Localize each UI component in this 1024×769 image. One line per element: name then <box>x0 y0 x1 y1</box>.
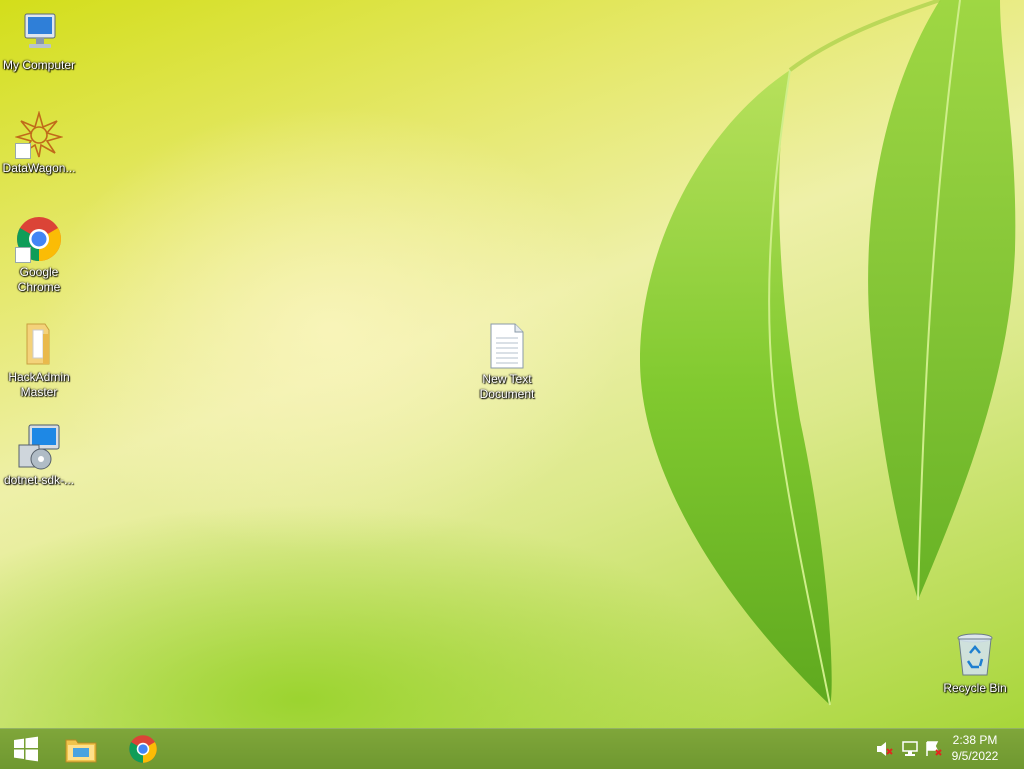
file-explorer-icon <box>65 739 97 763</box>
desktop[interactable]: My Computer DataWagon... Google Chrome H… <box>0 0 1024 728</box>
desktop-icon-my-computer[interactable]: My Computer <box>0 8 79 73</box>
desktop-icon-label: dotnet-sdk-... <box>3 473 75 487</box>
desktop-icon-new-text-document[interactable]: New Text Document <box>467 322 547 402</box>
recycle-bin-icon <box>951 631 999 679</box>
speaker-muted-icon[interactable] <box>876 741 894 757</box>
windows-logo-icon <box>14 736 38 762</box>
computer-icon <box>15 8 63 56</box>
shortcut-arrow-icon <box>15 143 31 159</box>
desktop-icon-label: DataWagon... <box>2 161 76 175</box>
start-button[interactable] <box>0 729 52 769</box>
taskbar-chrome-button[interactable] <box>117 729 169 769</box>
desktop-icon-label: HackAdmin Master <box>8 370 70 399</box>
folder-icon <box>15 320 63 368</box>
desktop-icon-label: New Text Document <box>479 372 535 401</box>
taskbar-clock[interactable]: 2:38 PM 9/5/2022 <box>940 732 1010 764</box>
installer-icon <box>15 423 63 471</box>
desktop-icon-label: Google Chrome <box>17 265 61 294</box>
chrome-icon <box>129 735 157 763</box>
system-tray: 2:38 PM 9/5/2022 <box>864 729 1024 769</box>
taskbar-file-explorer-button[interactable] <box>55 729 107 769</box>
desktop-icon-dotnet-sdk[interactable]: dotnet-sdk-... <box>0 423 79 488</box>
desktop-icon-google-chrome[interactable]: Google Chrome <box>0 215 79 295</box>
text-document-icon <box>483 322 531 370</box>
taskbar: 2:38 PM 9/5/2022 <box>0 728 1024 769</box>
clock-date: 9/5/2022 <box>951 749 999 763</box>
desktop-icon-label: Recycle Bin <box>943 681 1007 695</box>
network-icon[interactable] <box>901 741 919 757</box>
clock-time: 2:38 PM <box>952 733 998 747</box>
desktop-icon-datawagon[interactable]: DataWagon... <box>0 110 79 176</box>
desktop-icon-recycle-bin[interactable]: Recycle Bin <box>935 631 1015 696</box>
desktop-icon-label: My Computer <box>2 58 76 72</box>
chrome-icon <box>15 215 63 263</box>
shortcut-arrow-icon <box>15 247 31 263</box>
datawagon-icon <box>14 110 64 159</box>
desktop-icon-hackadmin-master[interactable]: HackAdmin Master <box>0 320 79 400</box>
